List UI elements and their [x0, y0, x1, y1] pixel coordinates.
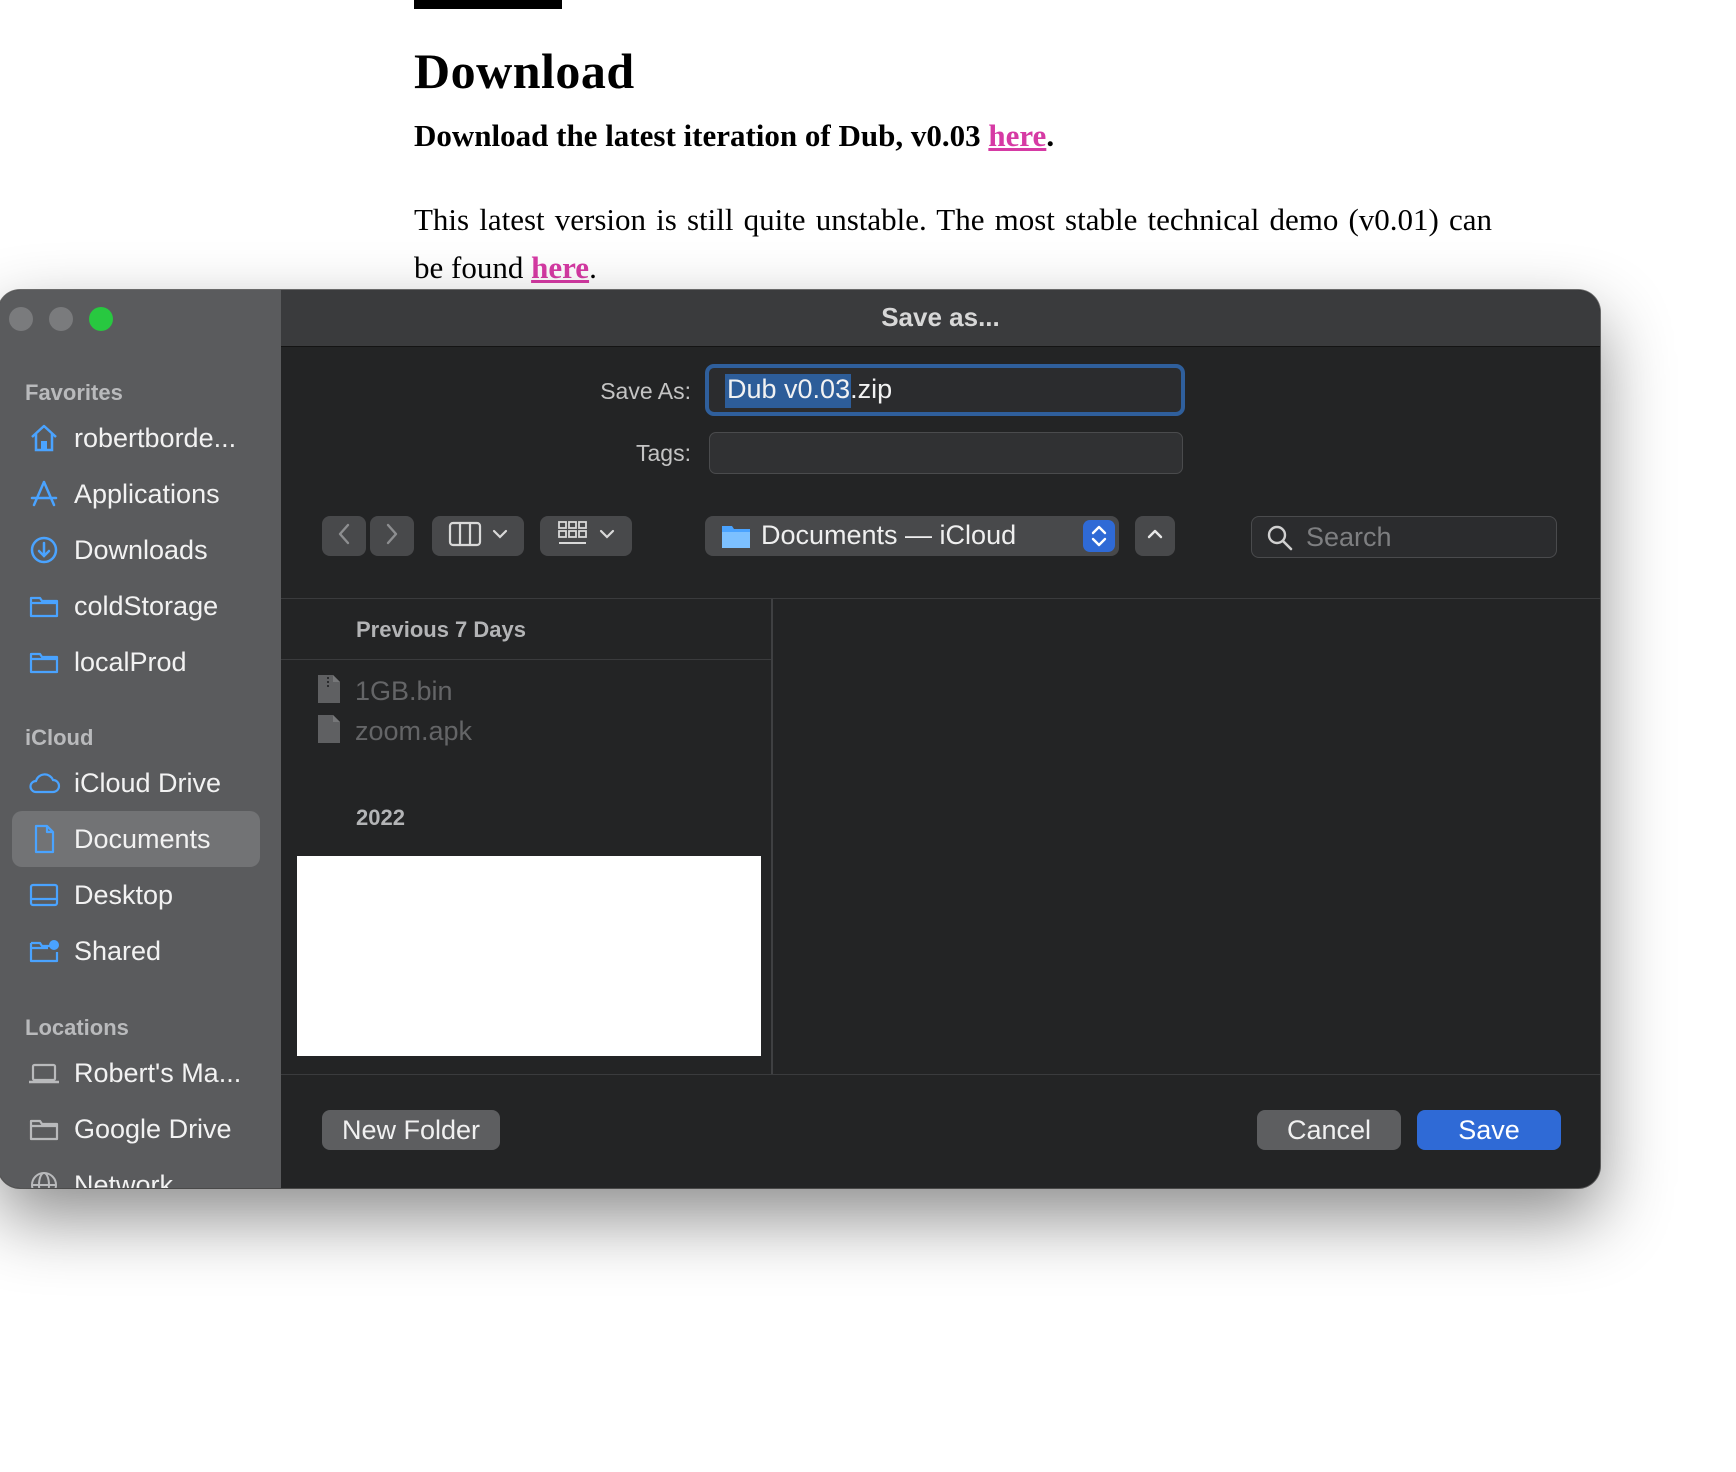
collapse-button[interactable] [1135, 516, 1175, 556]
save-button[interactable]: Save [1417, 1110, 1561, 1150]
sidebar-item-label: Google Drive [74, 1113, 232, 1144]
cloud-icon [26, 765, 62, 801]
search-input[interactable] [1304, 520, 1548, 554]
shared-folder-icon [26, 933, 62, 969]
minimize-window-button[interactable] [49, 307, 73, 331]
sidebar-item-mac[interactable]: Robert's Ma... [12, 1045, 260, 1101]
sidebar-item-label: Documents [74, 823, 211, 854]
chevron-up-icon [1146, 527, 1164, 546]
save-as-value: Dub v0.03.zip [727, 374, 893, 404]
paragraph-end: . [589, 250, 597, 285]
grid-icon [557, 520, 589, 553]
sidebar-item-home[interactable]: robertborde... [12, 410, 260, 466]
group-header: Previous 7 Days [356, 617, 526, 642]
applications-icon [26, 476, 62, 512]
desktop-icon [26, 877, 62, 913]
chevron-right-icon [384, 522, 400, 551]
favorites-header: Favorites [25, 380, 123, 405]
group-divider [281, 659, 771, 660]
stable-demo-link[interactable]: here [531, 250, 589, 285]
page-paragraph: This latest version is still quite unsta… [414, 196, 1492, 292]
home-icon [26, 420, 62, 456]
network-icon [26, 1167, 62, 1188]
close-window-button[interactable] [9, 307, 33, 331]
folder-icon [26, 644, 62, 680]
location-popup[interactable]: Documents — iCloud [705, 516, 1119, 556]
sidebar-item-label: iCloud Drive [74, 767, 222, 798]
tags-field[interactable] [709, 432, 1183, 474]
file-name: 1GB.bin [355, 675, 453, 706]
footer-divider [281, 1074, 1600, 1075]
dialog-main: Save as... Save As: Dub v0.03.zip Tags: [281, 290, 1600, 1188]
sidebar-item-downloads[interactable]: Downloads [12, 522, 260, 578]
sidebar-item-google-drive[interactable]: Google Drive [12, 1101, 260, 1157]
sidebar-item-label: localProd [74, 646, 187, 677]
downloads-icon [26, 532, 62, 568]
folder-icon [26, 588, 62, 624]
chevron-down-icon [599, 527, 615, 545]
search-field[interactable] [1251, 516, 1557, 558]
sidebar-item-icloud-drive[interactable]: iCloud Drive [12, 755, 260, 811]
locations-header: Locations [25, 1015, 129, 1040]
page-subheading: Download the latest iteration of Dub, v0… [414, 118, 1054, 154]
page-top-bar [414, 0, 562, 9]
document-icon [26, 821, 62, 857]
icloud-header: iCloud [25, 725, 94, 750]
sidebar: Favorites robertborde... Applications Do… [0, 290, 281, 1188]
chevron-down-icon [492, 527, 508, 545]
up-down-arrows-icon [1083, 520, 1115, 552]
sidebar-item-label: Robert's Ma... [74, 1057, 242, 1088]
sidebar-item-label: Applications [74, 478, 220, 509]
sidebar-item-label: Network [74, 1169, 174, 1189]
save-as-label: Save As: [600, 378, 691, 404]
sidebar-item-coldstorage[interactable]: coldStorage [12, 578, 260, 634]
file-name: zoom.apk [355, 715, 473, 746]
folder-icon [721, 522, 751, 555]
zoom-window-button[interactable] [89, 307, 113, 331]
save-as-field[interactable]: Dub v0.03.zip [705, 364, 1185, 416]
sidebar-item-shared[interactable]: Shared [12, 923, 260, 979]
back-button[interactable] [322, 516, 366, 556]
column-view-button[interactable] [432, 516, 524, 556]
zip-file-icon [316, 674, 342, 709]
file-icon [316, 714, 342, 749]
cancel-button[interactable]: Cancel [1257, 1110, 1401, 1150]
dialog-title: Save as... [881, 302, 1000, 332]
sidebar-item-label: robertborde... [74, 422, 237, 453]
sidebar-item-label: coldStorage [74, 590, 219, 621]
laptop-icon [26, 1055, 62, 1091]
sidebar-item-applications[interactable]: Applications [12, 466, 260, 522]
page-heading: Download [414, 43, 635, 99]
list-item[interactable]: zoom.apk [316, 711, 472, 751]
sidebar-item-label: Shared [74, 935, 162, 966]
sidebar-item-desktop[interactable]: Desktop [12, 867, 260, 923]
search-icon [1266, 524, 1294, 557]
list-item[interactable]: 1GB.bin [316, 671, 453, 711]
folder-icon [26, 1111, 62, 1147]
sidebar-item-network[interactable]: Network [12, 1157, 260, 1188]
download-link[interactable]: here [988, 118, 1046, 153]
new-folder-button[interactable]: New Folder [322, 1110, 500, 1150]
tags-label: Tags: [636, 440, 691, 466]
subheading-text: Download the latest iteration of Dub, v0… [414, 118, 989, 153]
blank-preview-area [297, 856, 761, 1056]
group-header: 2022 [356, 805, 405, 830]
save-dialog: Favorites robertborde... Applications Do… [0, 290, 1600, 1188]
title-bar: Save as... [281, 290, 1600, 347]
subheading-end: . [1046, 118, 1055, 153]
sidebar-item-label: Desktop [74, 879, 174, 910]
sidebar-item-localprod[interactable]: localProd [12, 634, 260, 690]
sidebar-item-label: Downloads [74, 534, 208, 565]
group-view-button[interactable] [540, 516, 632, 556]
sidebar-item-documents[interactable]: Documents [12, 811, 260, 867]
chevron-left-icon [336, 522, 352, 551]
columns-icon [448, 521, 482, 552]
forward-button[interactable] [370, 516, 414, 556]
location-label: Documents — iCloud [761, 520, 1017, 550]
